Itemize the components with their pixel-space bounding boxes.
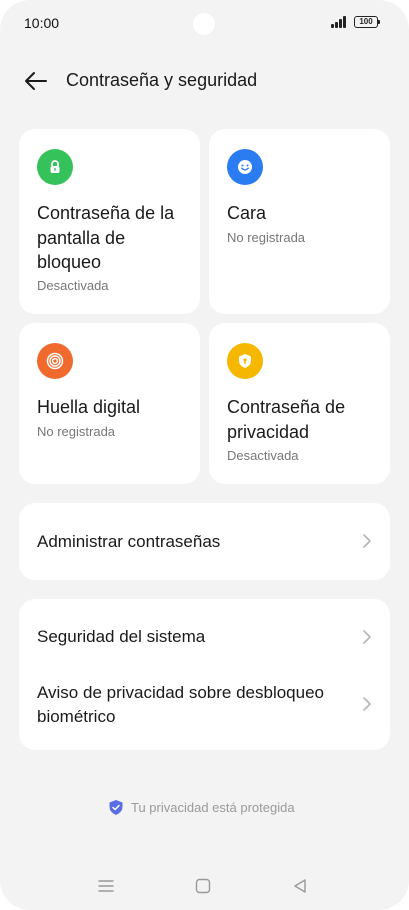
back-arrow-icon[interactable] (22, 68, 50, 94)
tile-subtitle: No registrada (227, 230, 306, 245)
privacy-footer: Tu privacidad está protegida (0, 798, 409, 818)
shield-icon (109, 800, 123, 815)
tile-title: Contraseña de la pantalla de bloqueo (37, 203, 175, 272)
status-time: 10:00 (24, 15, 60, 31)
row-label: Administrar contraseñas (37, 532, 221, 551)
manage-passwords-card: Administrar contraseñas (19, 503, 390, 580)
manage-passwords-row[interactable]: Administrar contraseñas (19, 530, 390, 554)
battery-level: 100 (359, 17, 373, 26)
tile-privacy-password[interactable]: Contraseña de privacidad Desactivada (209, 323, 390, 484)
face-icon (227, 149, 263, 185)
security-settings-card: Seguridad del sistema Aviso de privacida… (19, 599, 390, 750)
tile-title: Huella digital (37, 397, 141, 417)
tile-subtitle: No registrada (37, 424, 116, 439)
privacy-shield-icon (227, 343, 263, 379)
status-bar: 10:00 100 (0, 0, 409, 46)
back-triangle-icon[interactable] (290, 876, 310, 896)
page-title: Contraseña y seguridad (66, 70, 258, 90)
chevron-right-icon (363, 697, 371, 711)
biometric-notice-row[interactable]: Aviso de privacidad sobre desbloqueo bio… (19, 681, 390, 729)
tile-subtitle: Desactivada (227, 448, 299, 463)
fingerprint-icon (37, 343, 73, 379)
tile-face[interactable]: Cara No registrada (209, 129, 390, 314)
navigation-bar (0, 872, 409, 900)
signal-icon (331, 16, 348, 28)
tile-lock-screen-password[interactable]: Contraseña de la pantalla de bloqueo Des… (19, 129, 200, 314)
tile-subtitle: Desactivada (37, 278, 109, 293)
lock-icon (37, 149, 73, 185)
battery-icon: 100 (354, 16, 380, 28)
tile-title: Contraseña de privacidad (227, 397, 346, 442)
row-label: Aviso de privacidad sobre desbloqueo bio… (37, 683, 324, 726)
page-header: Contraseña y seguridad (0, 60, 409, 102)
home-icon[interactable] (193, 876, 213, 896)
menu-icon[interactable] (96, 876, 116, 896)
tile-title: Cara (227, 203, 267, 223)
footer-text: Tu privacidad está protegida (131, 800, 295, 815)
tile-fingerprint[interactable]: Huella digital No registrada (19, 323, 200, 484)
row-label: Seguridad del sistema (37, 627, 206, 646)
phone-screen: 10:00 100 Contraseña y seguridad Contras… (0, 0, 409, 910)
system-security-row[interactable]: Seguridad del sistema (19, 625, 390, 649)
front-camera (193, 13, 215, 35)
chevron-right-icon (363, 534, 371, 548)
chevron-right-icon (363, 630, 371, 644)
